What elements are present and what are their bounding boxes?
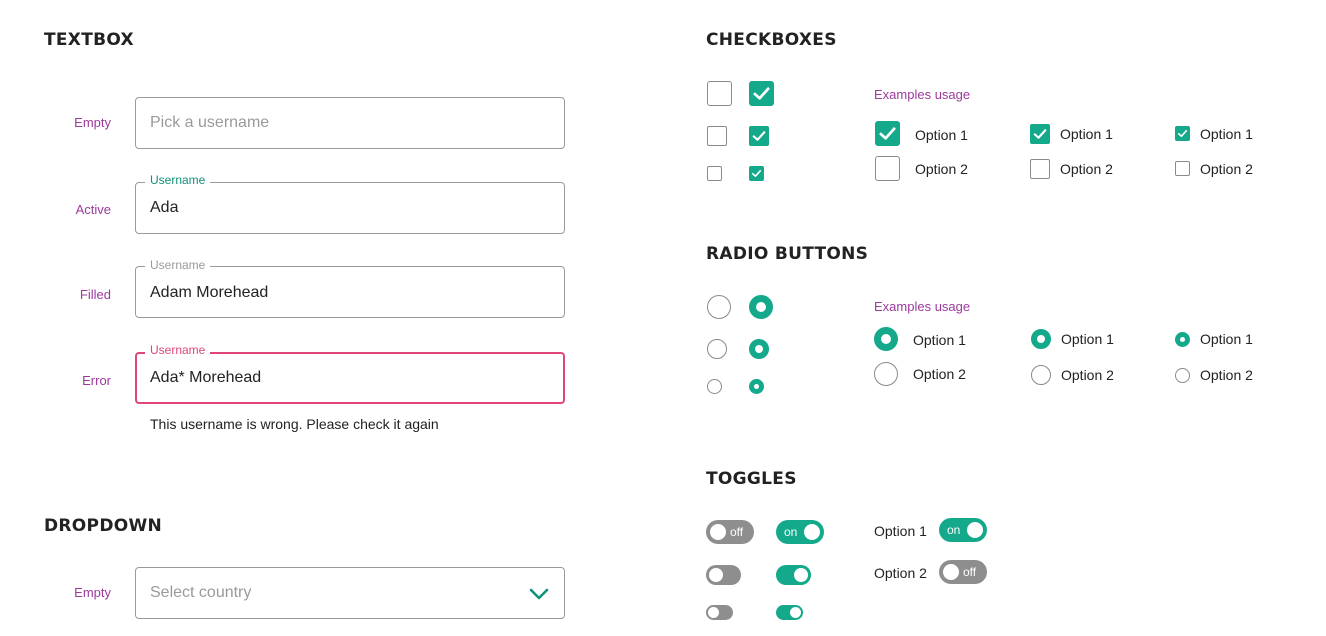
dropdown-state-empty-label: Empty	[74, 585, 111, 600]
country-dropdown[interactable]: Select country	[135, 567, 565, 619]
radio-medium-selected[interactable]	[749, 339, 769, 359]
toggles-section-title: TOGGLES	[706, 469, 797, 489]
checkbox-option-2-label: Option 2	[915, 161, 968, 177]
checkbox-small-checked[interactable]	[749, 166, 764, 181]
username-label-filled: Username	[145, 258, 211, 272]
toggle-on-text: on	[947, 523, 961, 537]
radio-medium-unselected[interactable]	[707, 339, 727, 359]
toggle-option-2-label: Option 2	[874, 565, 927, 581]
toggle-large-off[interactable]: off	[706, 520, 754, 544]
checkbox-option-1-small[interactable]	[1175, 126, 1190, 141]
checkbox-small-unchecked[interactable]	[707, 166, 722, 181]
radio-option-1-large[interactable]	[874, 327, 898, 351]
radio-small-selected[interactable]	[749, 379, 764, 394]
username-label-active: Username	[145, 173, 211, 187]
check-icon	[879, 127, 896, 140]
checkbox-option-2-small[interactable]	[1175, 161, 1190, 176]
checkbox-large-unchecked[interactable]	[707, 81, 732, 106]
radio-option-2-large[interactable]	[874, 362, 898, 386]
radio-option-1-medium[interactable]	[1031, 329, 1051, 349]
radio-option-2-label: Option 2	[1061, 367, 1114, 383]
radio-option-1-label: Option 1	[1200, 331, 1253, 347]
toggle-on-text: on	[784, 525, 798, 539]
checkboxes-examples-label: Examples usage	[874, 87, 971, 102]
toggle-option-1[interactable]: on	[939, 518, 987, 542]
checkbox-option-1-label: Option 1	[1200, 126, 1253, 142]
username-error-helper-text: This username is wrong. Please check it …	[150, 416, 439, 432]
checkboxes-section-title: CHECKBOXES	[706, 30, 837, 50]
radio-option-2-label: Option 2	[913, 366, 966, 382]
checkbox-option-2-label: Option 2	[1200, 161, 1253, 177]
textbox-state-empty-label: Empty	[74, 115, 111, 130]
username-placeholder: Pick a username	[150, 114, 270, 131]
checkbox-option-2-label: Option 2	[1060, 161, 1113, 177]
radio-small-unselected[interactable]	[707, 379, 722, 394]
radio-examples-label: Examples usage	[874, 299, 971, 314]
toggle-off-text: off	[963, 565, 977, 579]
checkbox-option-2-large[interactable]	[875, 156, 900, 181]
textbox-state-error-label: Error	[82, 373, 111, 388]
radio-large-selected[interactable]	[749, 295, 773, 319]
radio-large-unselected[interactable]	[707, 295, 731, 319]
radio-option-2-label: Option 2	[1200, 367, 1253, 383]
username-input-filled[interactable]: Adam Morehead	[135, 266, 565, 318]
radio-option-1-label: Option 1	[1061, 331, 1114, 347]
username-input-empty[interactable]: Pick a username	[135, 97, 565, 149]
check-icon	[1177, 129, 1188, 138]
username-input-active[interactable]: Ada	[135, 182, 565, 234]
username-label-error: Username	[145, 343, 211, 357]
check-icon	[752, 131, 766, 141]
username-input-error[interactable]: Ada* Morehead	[135, 352, 565, 404]
radio-option-2-small[interactable]	[1175, 368, 1190, 383]
textbox-state-filled-label: Filled	[79, 287, 111, 302]
username-value-filled: Adam Morehead	[150, 284, 269, 301]
toggle-option-2[interactable]: off	[939, 560, 987, 584]
checkbox-option-1-large[interactable]	[875, 121, 900, 146]
username-value-error: Ada* Morehead	[150, 369, 262, 386]
checkbox-medium-unchecked[interactable]	[707, 126, 727, 146]
checkbox-option-1-label: Option 1	[915, 127, 968, 143]
checkbox-option-2-medium[interactable]	[1030, 159, 1050, 179]
toggle-large-on[interactable]: on	[776, 520, 824, 544]
check-icon	[753, 87, 770, 100]
radio-option-1-small[interactable]	[1175, 332, 1190, 347]
toggle-medium-on[interactable]	[776, 565, 811, 585]
dropdown-section-title: DROPDOWN	[44, 516, 163, 536]
check-icon	[1033, 129, 1047, 139]
radio-option-2-medium[interactable]	[1031, 365, 1051, 385]
checkbox-option-1-medium[interactable]	[1030, 124, 1050, 144]
toggle-off-text: off	[730, 525, 744, 539]
checkbox-large-checked[interactable]	[749, 81, 774, 106]
radio-buttons-section-title: RADIO BUTTONS	[706, 244, 869, 264]
checkbox-medium-checked[interactable]	[749, 126, 769, 146]
country-placeholder: Select country	[150, 584, 252, 601]
toggle-small-on[interactable]	[776, 605, 803, 620]
username-value-active: Ada	[150, 199, 179, 216]
checkbox-option-1-label: Option 1	[1060, 126, 1113, 142]
toggle-medium-off[interactable]	[706, 565, 741, 585]
textbox-state-active-label: Active	[75, 202, 111, 217]
check-icon	[751, 169, 762, 178]
toggle-small-off[interactable]	[706, 605, 733, 620]
radio-option-1-label: Option 1	[913, 332, 966, 348]
textbox-section-title: TEXTBOX	[44, 30, 134, 50]
chevron-down-icon[interactable]	[528, 585, 550, 603]
toggle-option-1-label: Option 1	[874, 523, 927, 539]
